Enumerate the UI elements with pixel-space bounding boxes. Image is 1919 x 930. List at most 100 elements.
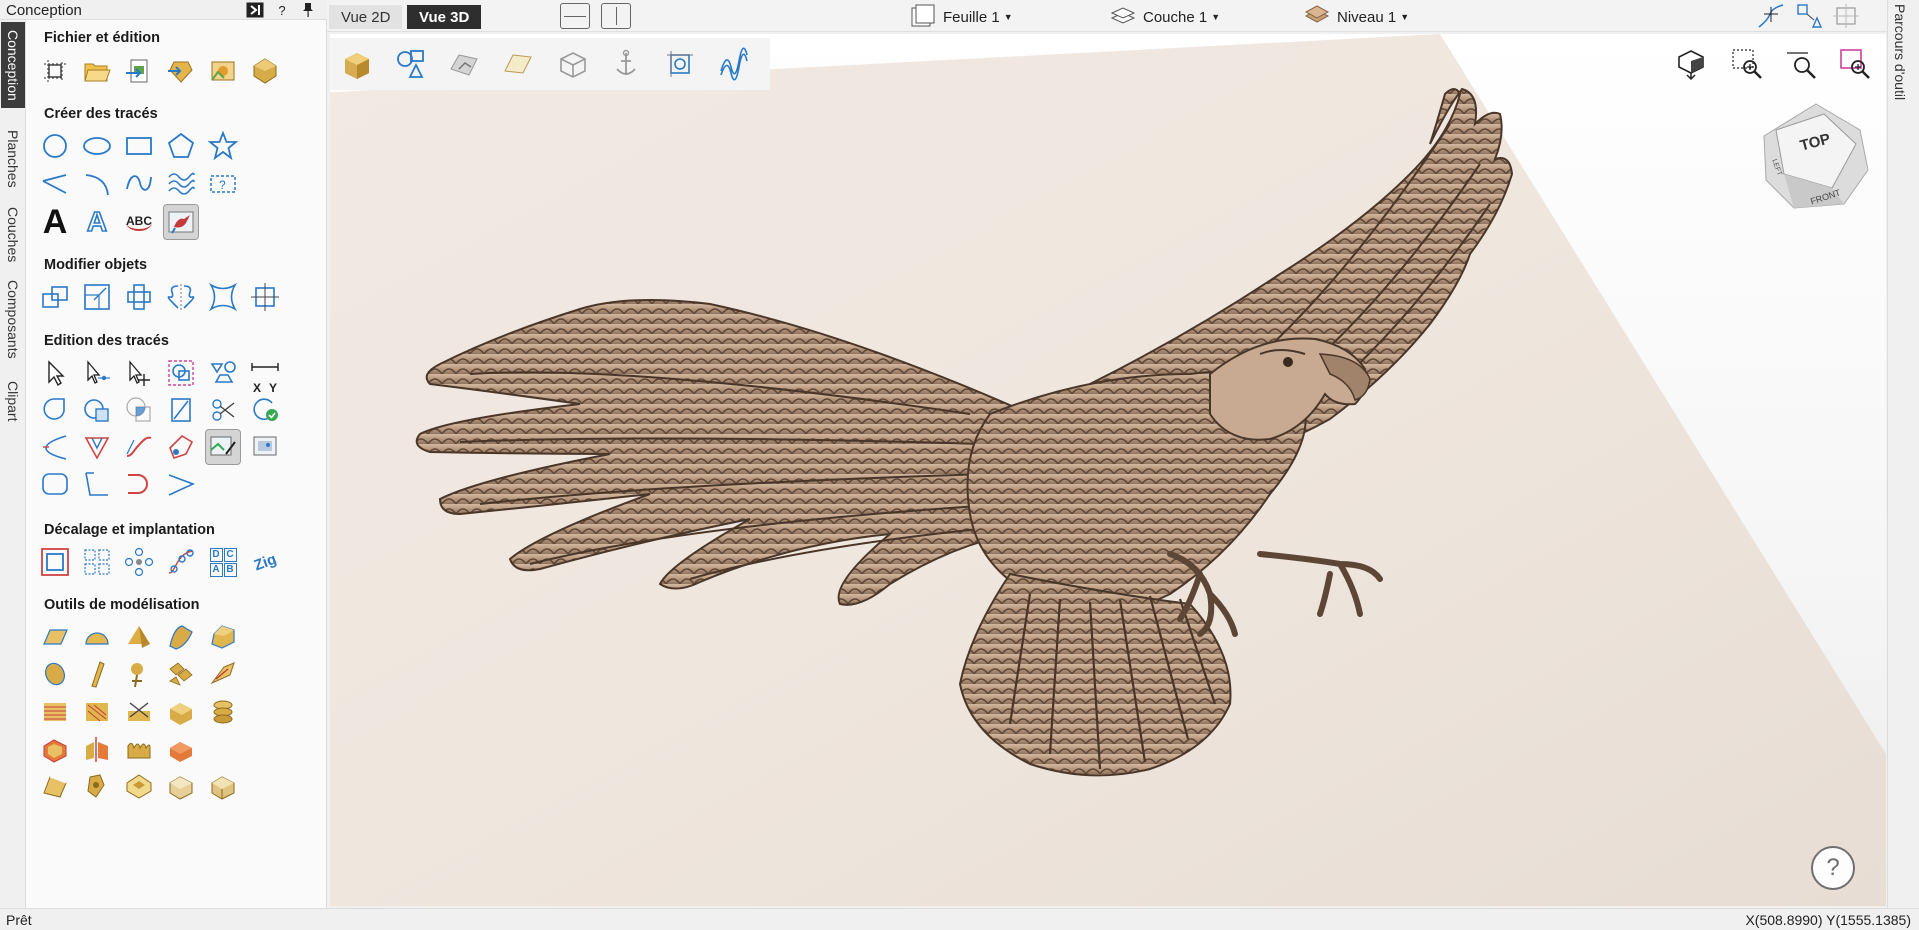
slice-model-button[interactable]	[38, 695, 72, 729]
distort-object-button[interactable]	[206, 280, 240, 314]
merge-visible-button[interactable]	[206, 695, 240, 729]
view-3d-tab[interactable]: Vue 3D	[407, 5, 482, 29]
viewport-3d[interactable]: TOP FRONT LEFT ?	[330, 34, 1886, 906]
vector-text-layout-button[interactable]: Zig	[248, 545, 282, 579]
zoom-fit-icon[interactable]	[1783, 46, 1819, 82]
view-2d-tab[interactable]: Vue 2D	[329, 5, 403, 29]
move-object-button[interactable]	[38, 280, 72, 314]
snap-grid-icon[interactable]	[1831, 2, 1861, 30]
nesting-button[interactable]: D C A B	[206, 545, 240, 579]
draw-curve-button[interactable]	[122, 167, 156, 201]
tab-couches[interactable]: Couches	[1, 192, 25, 278]
two-rail-sweep-button[interactable]	[164, 620, 198, 654]
draft-model-button[interactable]	[38, 769, 72, 803]
intersect-vectors-button[interactable]	[122, 393, 156, 427]
offset-vectors-button[interactable]	[38, 545, 72, 579]
import-vectors-button[interactable]	[122, 54, 156, 88]
subtract-vectors-button[interactable]	[80, 393, 114, 427]
draw-ellipse-button[interactable]	[80, 129, 114, 163]
pyramid-shape-button[interactable]	[122, 620, 156, 654]
draw-polygon-button[interactable]	[164, 129, 198, 163]
model-fill-button[interactable]	[164, 769, 198, 803]
view-shading-icon[interactable]	[1673, 46, 1709, 82]
snap-tool-icon[interactable]	[1756, 2, 1786, 30]
circular-copy-button[interactable]	[122, 545, 156, 579]
scale-object-button[interactable]	[80, 280, 114, 314]
measure-xy-button[interactable]: X Y	[248, 356, 282, 394]
help-button[interactable]: ?	[1811, 846, 1855, 890]
component-move-button[interactable]	[80, 657, 114, 691]
split-model-button[interactable]	[80, 732, 114, 766]
group-objects-button[interactable]	[206, 356, 240, 390]
split-horizontal-button[interactable]	[560, 3, 590, 29]
zoom-selection-icon[interactable]	[1837, 46, 1873, 82]
open-file-button[interactable]	[80, 54, 114, 88]
fillet-button[interactable]	[38, 430, 72, 464]
reset-model-button[interactable]	[206, 769, 240, 803]
trace-bitmap-button[interactable]	[163, 204, 199, 240]
copy-along-vector-button[interactable]	[164, 545, 198, 579]
import-model-button[interactable]	[248, 54, 282, 88]
join-vectors-button[interactable]	[164, 393, 198, 427]
bitmap-properties-button[interactable]	[248, 430, 282, 464]
close-vectors-button[interactable]	[248, 393, 282, 427]
model-zero-button[interactable]	[164, 732, 198, 766]
interactive-trim-button[interactable]	[164, 356, 198, 390]
tab-planches[interactable]: Planches	[1, 116, 25, 202]
material-shaded-button[interactable]	[336, 44, 376, 84]
sheet-dropdown[interactable]: Feuille 1 ▼	[909, 4, 1013, 29]
extrude-shape-button[interactable]	[206, 620, 240, 654]
component-edit-button[interactable]	[38, 657, 72, 691]
tab-clipart[interactable]: Clipart	[1, 366, 25, 436]
vector-visibility-button[interactable]	[390, 44, 430, 84]
transform-tool-button[interactable]	[122, 356, 156, 390]
toolpath-preview-button[interactable]	[714, 44, 754, 84]
bitmap-visibility-button[interactable]	[444, 44, 484, 84]
draw-star-button[interactable]	[206, 129, 240, 163]
tilt-model-button[interactable]	[80, 769, 114, 803]
align-objects-button[interactable]	[122, 280, 156, 314]
bake-component-button[interactable]	[38, 732, 72, 766]
create-component-button[interactable]	[164, 695, 198, 729]
dome-shape-button[interactable]	[80, 620, 114, 654]
level-dropdown[interactable]: Niveau 1 ▼	[1303, 5, 1409, 29]
view-cube[interactable]: TOP FRONT LEFT	[1760, 100, 1872, 212]
line-split-button[interactable]	[164, 467, 198, 501]
split-vertical-button[interactable]	[601, 3, 631, 29]
node-edit-button[interactable]	[80, 356, 114, 390]
expand-icon[interactable]	[245, 1, 265, 19]
outline-text-button[interactable]: A	[80, 205, 114, 239]
fade-model-button[interactable]	[122, 732, 156, 766]
draw-arc-button[interactable]	[80, 167, 114, 201]
text-tool-button[interactable]: A	[38, 205, 72, 239]
select-tool-button[interactable]	[38, 356, 72, 390]
layer-dropdown[interactable]: Couche 1 ▼	[1109, 5, 1220, 29]
set-position-button[interactable]	[248, 280, 282, 314]
zoom-box-icon[interactable]	[1729, 46, 1765, 82]
create-tab-button[interactable]	[164, 430, 198, 464]
draw-wave-button[interactable]	[164, 167, 198, 201]
plane-visibility-button[interactable]	[498, 44, 538, 84]
dimension-box-button[interactable]: ?	[206, 167, 240, 201]
import-bitmap-button[interactable]	[206, 54, 240, 88]
tab-conception[interactable]: Conception	[1, 22, 25, 108]
texture-area-button[interactable]	[80, 695, 114, 729]
mirror-object-button[interactable]	[164, 280, 198, 314]
material-block-button[interactable]	[552, 44, 592, 84]
import-component-button[interactable]	[164, 54, 198, 88]
extend-vector-button[interactable]	[80, 467, 114, 501]
smooth-relief-button[interactable]	[206, 657, 240, 691]
trim-vectors-button[interactable]	[206, 393, 240, 427]
right-panel-tab[interactable]: Parcours d'outil	[1887, 0, 1919, 910]
edit-bitmap-button[interactable]	[205, 429, 241, 465]
draw-circle-button[interactable]	[38, 129, 72, 163]
snap-geometry-icon[interactable]	[1794, 2, 1824, 30]
weld-vectors-button[interactable]	[38, 393, 72, 427]
rounded-rect-button[interactable]	[38, 467, 72, 501]
chamfer-button[interactable]	[80, 430, 114, 464]
tiling-button[interactable]	[164, 657, 198, 691]
draw-polyline-button[interactable]	[38, 167, 72, 201]
array-copy-button[interactable]	[80, 545, 114, 579]
text-on-curve-button[interactable]: ABC	[122, 205, 156, 239]
anchor-origin-button[interactable]	[606, 44, 646, 84]
